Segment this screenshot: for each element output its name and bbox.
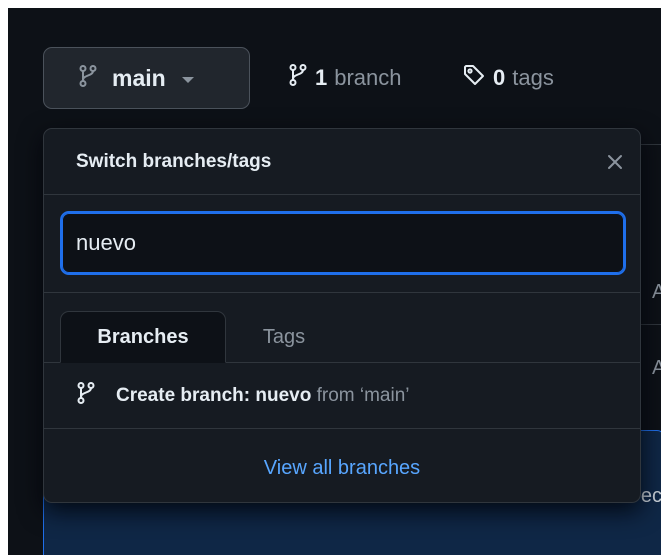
popover-header: Switch branches/tags [44,129,640,195]
branch-select-label: main [112,64,166,91]
git-branch-icon [78,64,98,93]
tag-icon [462,63,486,93]
ref-tabs: Branches Tags [44,293,640,363]
tags-link[interactable]: 0 tags [462,63,554,93]
branches-count: 1 [315,65,328,90]
popover-footer: View all branches [44,429,640,502]
tags-label: tags [512,65,554,90]
branch-select-button[interactable]: main [43,47,250,109]
create-branch-item[interactable]: Create branch: nuevo from ‘main’ [44,363,640,429]
caret-down-icon [181,76,194,83]
view-all-branches-link[interactable]: View all branches [264,457,420,480]
popover-title: Switch branches/tags [76,150,272,172]
branches-label: branch [334,65,402,90]
create-branch-text: Create branch: nuevo from ‘main’ [116,385,410,407]
filter-section [44,195,640,293]
create-branch-name: Create branch: nuevo [116,384,312,406]
close-icon[interactable] [604,151,626,173]
branch-filter-input[interactable] [60,211,626,275]
branch-switcher-popover: Switch branches/tags Branches Tags [43,128,641,503]
branches-link[interactable]: 1 branch [288,63,402,93]
background-row [638,144,661,205]
repo-canvas: main 1 branch 0 tags A A ec Switch branc… [8,8,661,555]
background-text: A [652,357,661,379]
tags-count: 0 [493,65,506,90]
tab-branches[interactable]: Branches [60,311,226,363]
background-text: A [652,281,661,303]
create-branch-source: from ‘main’ [316,384,410,406]
git-branch-icon [76,381,96,411]
git-branch-icon [288,63,308,93]
tab-tags[interactable]: Tags [234,311,334,363]
background-text: ec [640,485,661,507]
